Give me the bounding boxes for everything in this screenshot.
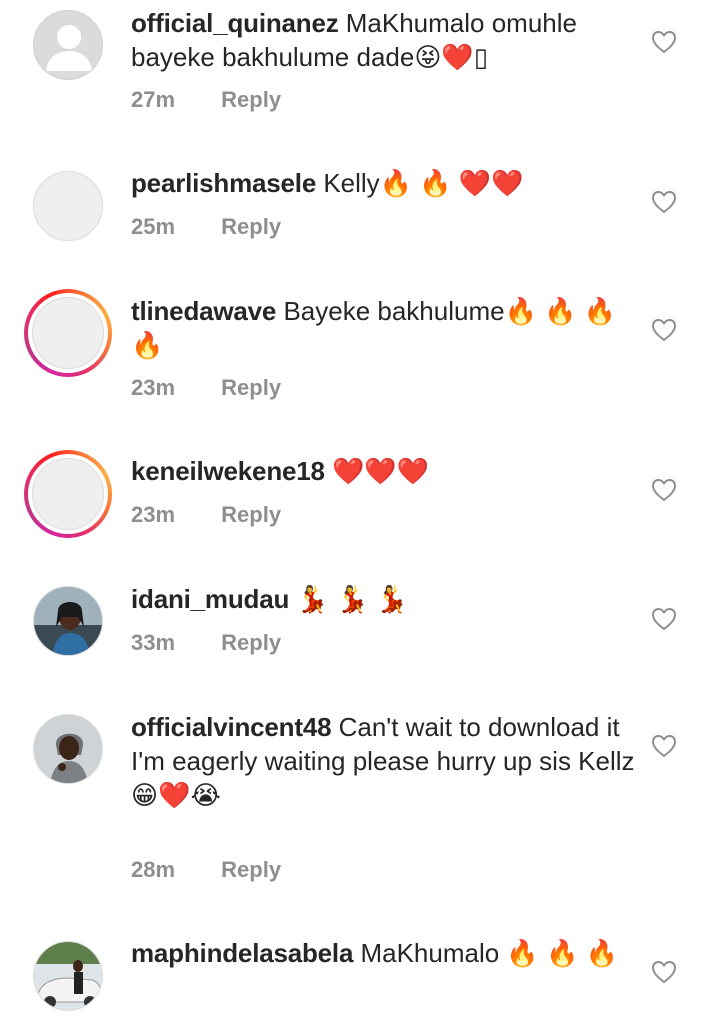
comment-body-line-2: I'm eagerly waiting please hurry up sis … — [131, 746, 635, 810]
comment-username[interactable]: tlinedawave — [131, 296, 276, 326]
comment-meta: 28m Reply — [131, 857, 281, 883]
comment-username[interactable]: pearlishmasele — [131, 168, 316, 198]
comment-body: MaKhumalo 🔥 🔥 🔥 — [360, 938, 618, 968]
comment-body: Kelly🔥 🔥 ❤️❤️ — [323, 168, 524, 198]
comment-timestamp: 33m — [131, 630, 176, 655]
comment-meta: 23m Reply — [131, 502, 281, 528]
comment-meta: 23m Reply — [131, 375, 281, 401]
comment-username[interactable]: maphindelasabela — [131, 938, 353, 968]
comment-timestamp: 28m — [131, 857, 176, 882]
comment-timestamp: 23m — [131, 375, 176, 400]
comment-body: ❤️❤️❤️ — [332, 456, 430, 486]
reply-button[interactable]: Reply — [221, 87, 281, 112]
profile-photo-icon — [34, 942, 102, 1010]
comment-username[interactable]: keneilwekene18 — [131, 456, 325, 486]
like-heart-icon[interactable] — [651, 478, 677, 502]
like-heart-icon[interactable] — [651, 30, 677, 54]
avatar[interactable] — [33, 714, 103, 784]
like-heart-icon[interactable] — [651, 734, 677, 758]
comment-meta: 25m Reply — [131, 214, 281, 240]
profile-photo-icon — [34, 715, 102, 783]
like-heart-icon[interactable] — [651, 190, 677, 214]
comment-meta: 33m Reply — [131, 630, 281, 656]
reply-button[interactable]: Reply — [221, 630, 281, 655]
comment-meta: 27m Reply — [131, 87, 281, 113]
reply-button[interactable]: Reply — [221, 214, 281, 239]
reply-button[interactable]: Reply — [221, 502, 281, 527]
comment-username[interactable]: idani_mudau — [131, 584, 289, 614]
like-heart-icon[interactable] — [651, 318, 677, 342]
avatar-story-ring[interactable] — [24, 289, 112, 377]
default-user-icon — [46, 25, 92, 71]
comment-timestamp: 23m — [131, 502, 176, 527]
comment-body: Can't wait to download it — [338, 712, 620, 742]
profile-photo-icon — [34, 587, 102, 655]
reply-button[interactable]: Reply — [221, 375, 281, 400]
comment-timestamp: 25m — [131, 214, 176, 239]
like-heart-icon[interactable] — [651, 607, 677, 631]
comment-text: tlinedawave Bayeke bakhulume🔥 🔥 🔥 🔥 — [131, 294, 641, 362]
avatar[interactable] — [33, 941, 103, 1011]
comment-text: keneilwekene18 ❤️❤️❤️ — [131, 454, 641, 488]
like-heart-icon[interactable] — [651, 960, 677, 984]
comment-text: officialvincent48 Can't wait to download… — [131, 710, 641, 812]
comment-timestamp: 27m — [131, 87, 176, 112]
comment-username[interactable]: officialvincent48 — [131, 712, 332, 742]
reply-button[interactable]: Reply — [221, 857, 281, 882]
comment-text: idani_mudau 💃 💃 💃 — [131, 582, 641, 616]
comment-text: official_quinanez MaKhumalo omuhle bayek… — [131, 6, 641, 74]
avatar[interactable] — [33, 10, 103, 80]
avatar[interactable] — [33, 586, 103, 656]
avatar-story-ring[interactable] — [24, 450, 112, 538]
comment-text: maphindelasabela MaKhumalo 🔥 🔥 🔥 — [131, 936, 641, 970]
comment-body: 💃 💃 💃 — [296, 584, 408, 614]
avatar[interactable] — [33, 171, 103, 241]
comment-text: pearlishmasele Kelly🔥 🔥 ❤️❤️ — [131, 166, 641, 200]
comment-username[interactable]: official_quinanez — [131, 8, 339, 38]
